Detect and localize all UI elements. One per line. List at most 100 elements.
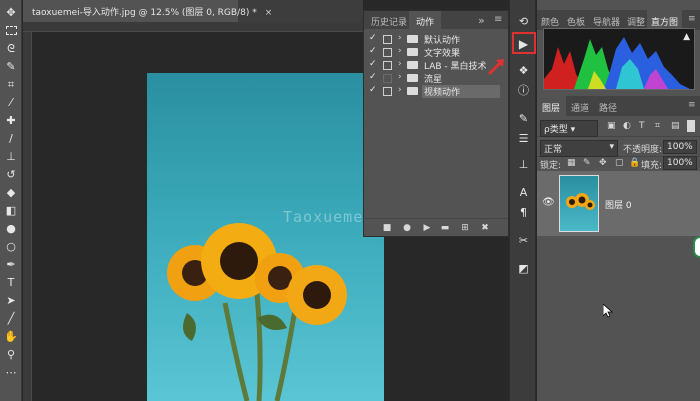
gradient-tool-icon[interactable]: ◧ [3, 202, 19, 218]
layer-name: 图层 0 [605, 201, 632, 211]
paragraph-panel-icon[interactable]: ¶ [515, 204, 532, 221]
lock-transparent-icon[interactable]: ▦ [567, 158, 576, 168]
move-tool-icon[interactable]: ✥ [3, 4, 19, 20]
brush-settings-icon[interactable]: ☰ [515, 130, 532, 147]
scroll-knob[interactable] [693, 236, 700, 258]
toggle-check[interactable]: ✓ [369, 46, 379, 56]
highlight-box [512, 32, 536, 54]
swatch-icon[interactable]: ❖ [515, 62, 532, 79]
action-set-video[interactable]: ✓ › 视频动作 [364, 85, 508, 98]
type-filter-icon[interactable]: T [639, 121, 645, 131]
tab-channels[interactable]: 通道 [567, 96, 593, 116]
actions-panel: 历史记录 动作 » ≡ ✓ › 默认动作 ✓ › 文字效果 ✓ › LAB - … [363, 10, 509, 237]
warning-icon[interactable]: ▲ [683, 32, 690, 42]
panel-menu-icon[interactable]: ≡ [687, 10, 697, 30]
tab-navigator[interactable]: 导航器 [589, 10, 624, 30]
layer-item[interactable]: 👁 图层 0 [537, 171, 700, 236]
info-icon[interactable]: ⓘ [515, 82, 532, 99]
play-icon[interactable]: ▶ [422, 223, 432, 233]
properties-icon[interactable]: ◩ [515, 260, 532, 277]
folder-icon [407, 48, 418, 56]
document-tab[interactable]: taoxuemei-导入动作.jpg @ 12.5% (图层 0, RGB/8)… [23, 0, 272, 22]
fill-input[interactable]: 100% [663, 156, 697, 170]
stop-icon[interactable]: ■ [382, 223, 392, 233]
lock-pixels-icon[interactable]: ✎ [583, 158, 591, 168]
clone-source-icon[interactable]: ⊥ [515, 156, 532, 173]
dodge-tool-icon[interactable]: ○ [3, 238, 19, 254]
line-tool-icon[interactable]: ╱ [3, 310, 19, 326]
quick-select-tool-icon[interactable]: ✎ [3, 58, 19, 74]
filter-toggle[interactable] [687, 120, 695, 132]
toggle-check[interactable]: ✓ [369, 72, 379, 82]
marquee-tool-icon[interactable] [3, 22, 19, 38]
tab-color[interactable]: 颜色 [537, 10, 563, 30]
character-panel-icon[interactable]: A [515, 184, 532, 201]
brush-panel-icon[interactable]: ✎ [515, 110, 532, 127]
crop-tool-icon[interactable]: ⌗ [3, 76, 19, 92]
dialog-toggle-icon[interactable] [383, 87, 392, 96]
tab-adjustments[interactable]: 调整 [623, 10, 649, 30]
filter-kind-select[interactable]: ρ类型 ▾ [540, 120, 598, 137]
tab-swatches[interactable]: 色板 [563, 10, 589, 30]
eraser-tool-icon[interactable]: ◆ [3, 184, 19, 200]
dialog-toggle-icon[interactable] [383, 35, 392, 44]
fill-label: 填充: [641, 161, 663, 171]
expand-arrow-icon[interactable]: › [398, 59, 402, 69]
panel-menu-icon[interactable]: ≡ [687, 96, 697, 116]
new-action-icon[interactable]: ⊞ [460, 223, 470, 233]
tab-histogram[interactable]: 直方图 [647, 10, 683, 30]
document-image[interactable] [147, 73, 384, 401]
toggle-check[interactable]: ✓ [369, 59, 379, 69]
hand-tool-icon[interactable]: ✋ [3, 328, 19, 344]
toggle-check[interactable]: ✓ [369, 33, 379, 43]
dialog-toggle-icon[interactable] [383, 74, 392, 83]
history-brush-tool-icon[interactable]: ↺ [3, 166, 19, 182]
pen-tool-icon[interactable]: ✒ [3, 256, 19, 272]
collapse-icon[interactable]: » [476, 11, 487, 29]
zoom-tool-icon[interactable]: ⚲ [3, 346, 19, 362]
tab-history[interactable]: 历史记录 [364, 11, 414, 29]
dialog-toggle-icon[interactable] [383, 48, 392, 57]
type-tool-icon[interactable]: T [3, 274, 19, 290]
history-panel-icon[interactable]: ⟲ [515, 13, 532, 30]
image-filter-icon[interactable]: ▣ [607, 121, 616, 131]
toggle-check[interactable]: ✓ [369, 85, 379, 95]
folder-icon [407, 61, 418, 69]
close-icon[interactable]: × [265, 8, 273, 18]
more-tools-icon[interactable]: ⋯ [3, 364, 19, 380]
expand-arrow-icon[interactable]: › [398, 33, 402, 43]
healing-tool-icon[interactable]: ✚ [3, 112, 19, 128]
shape-filter-icon[interactable]: ⌗ [655, 121, 660, 131]
brush-tool-icon[interactable]: / [3, 130, 19, 146]
tab-layers[interactable]: 图层 [537, 96, 567, 116]
expand-arrow-icon[interactable]: › [398, 72, 402, 82]
smart-filter-icon[interactable]: ▤ [671, 121, 680, 131]
panel-icon-strip: ⟲ ▶ ❖ ⓘ ✎ ☰ ⊥ A ¶ ✂ ◩ [509, 0, 536, 401]
new-set-icon[interactable]: ▬ [440, 223, 450, 233]
adjust-filter-icon[interactable]: ◐ [623, 121, 631, 131]
lasso-tool-icon[interactable]: ᘓ [3, 40, 19, 56]
tab-actions[interactable]: 动作 [409, 11, 442, 29]
action-set-default[interactable]: ✓ › 默认动作 [364, 33, 508, 46]
eyedropper-tool-icon[interactable]: ⁄ [3, 94, 19, 110]
record-icon[interactable]: ● [402, 223, 412, 233]
clone-stamp-tool-icon[interactable]: ⊥ [3, 148, 19, 164]
lock-artboard-icon[interactable]: ▢ [615, 158, 624, 168]
eye-icon[interactable]: 👁 [542, 197, 555, 208]
delete-icon[interactable]: ✖ [480, 223, 490, 233]
lock-position-icon[interactable]: ✥ [599, 158, 607, 168]
lock-all-icon[interactable]: 🔒 [629, 158, 640, 168]
dialog-toggle-icon[interactable] [383, 61, 392, 70]
opacity-input[interactable]: 100% [663, 140, 697, 154]
blur-tool-icon[interactable]: ● [3, 220, 19, 236]
tool-presets-icon[interactable]: ✂ [515, 232, 532, 249]
tab-paths[interactable]: 路径 [595, 96, 621, 116]
panel-menu-icon[interactable]: ≡ [491, 11, 505, 29]
folder-icon [407, 35, 418, 43]
action-set-label: 视频动作 [422, 85, 501, 98]
expand-arrow-icon[interactable]: › [398, 46, 402, 56]
path-select-tool-icon[interactable]: ➤ [3, 292, 19, 308]
expand-arrow-icon[interactable]: › [398, 85, 402, 95]
layer-filter-row: ρ类型 ▾ ▣ ◐ T ⌗ ▤ [537, 117, 700, 137]
red-arrow-icon [488, 59, 504, 75]
